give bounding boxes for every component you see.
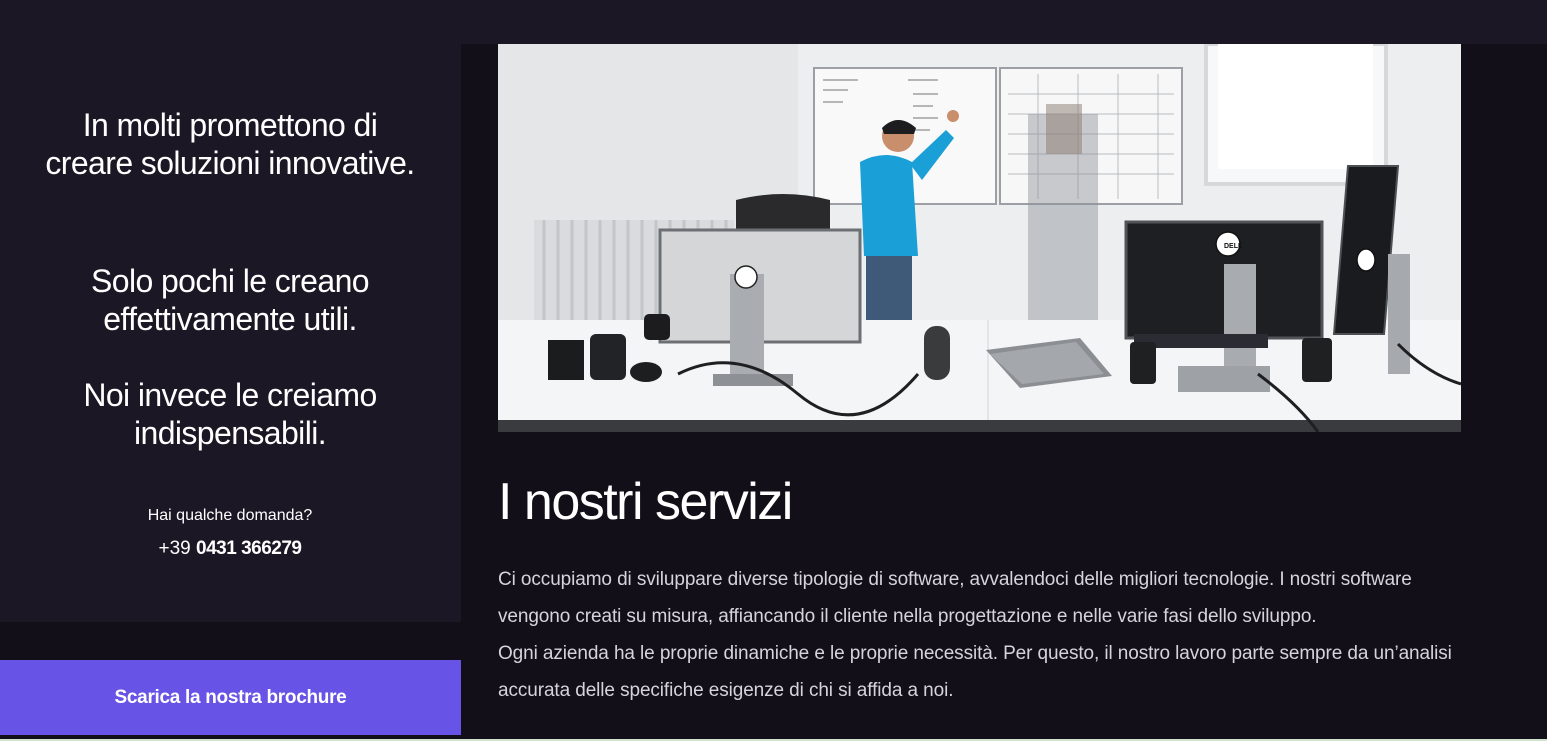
tagline-promise: In molti promettono di creare soluzioni … (45, 107, 415, 181)
tagline-indispensable: Noi invece le creiamo indispensabili. (83, 377, 377, 451)
download-brochure-button[interactable]: Scarica la nostra brochure (0, 660, 461, 735)
services-paragraph-2: Ogni azienda ha le proprie dinamiche e l… (498, 643, 1452, 701)
svg-text:DELL: DELL (1224, 243, 1243, 250)
top-bar (0, 0, 1547, 44)
hero-office-photo: DELL (498, 44, 1461, 432)
phone-number[interactable]: 0431 366279 (196, 538, 302, 559)
section-description: Ci occupiamo di sviluppare diverse tipol… (498, 561, 1468, 709)
tagline-useful: Solo pochi le creano effettivamente util… (91, 263, 370, 337)
phone-prefix: +39 (158, 538, 191, 559)
contact-phone[interactable]: +39 0431 366279 (40, 538, 420, 560)
section-title: I nostri servizi (498, 473, 793, 531)
services-paragraph-1: Ci occupiamo di sviluppare diverse tipol… (498, 569, 1412, 627)
contact-question: Hai qualche domanda? (147, 507, 313, 524)
